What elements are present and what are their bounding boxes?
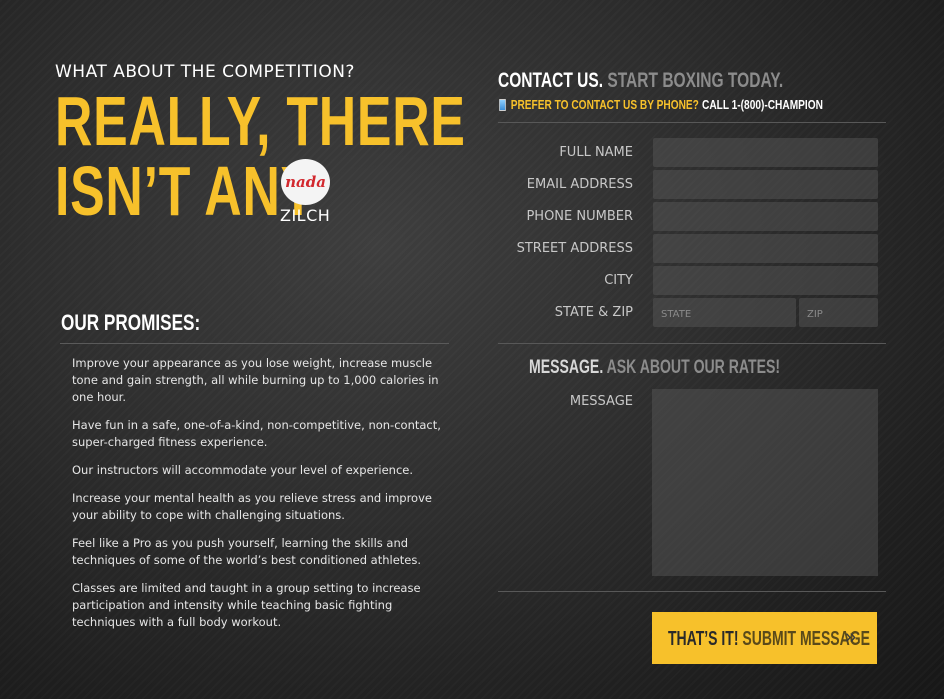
submit-label-strong: THAT’S IT! [668, 628, 739, 650]
contact-heading-strong: CONTACT US. [498, 69, 604, 92]
state-input[interactable] [653, 298, 796, 327]
promise-item: Feel like a Pro as you push yourself, le… [72, 536, 422, 567]
phone-icon [499, 98, 507, 111]
street-label: STREET ADDRESS [516, 241, 633, 256]
promise-item: Our instructors will accommodate your le… [72, 463, 414, 477]
headline-line-1: REALLY, THERE [55, 82, 466, 160]
double-chevron-right-icon: » [845, 626, 857, 648]
submit-divider [498, 591, 886, 592]
full-name-label: FULL NAME [559, 145, 633, 160]
message-heading: MESSAGE. ASK ABOUT OUR RATES! [529, 357, 780, 379]
nada-badge-icon: nada [281, 159, 330, 205]
contact-heading-sub: START BOXING TODAY. [607, 69, 784, 92]
full-name-input[interactable] [653, 138, 878, 167]
city-label: CITY [604, 273, 633, 288]
phone-number[interactable]: CALL 1-(800)-CHAMPION [702, 97, 823, 112]
promise-item: Increase your mental health as you relie… [72, 491, 432, 522]
promises-divider [60, 343, 449, 344]
street-input[interactable] [653, 234, 878, 263]
message-label: MESSAGE [569, 394, 633, 409]
promise-item: Improve your appearance as you lose weig… [72, 356, 439, 404]
zilch-caption: ZILCH [280, 206, 331, 225]
contact-heading: CONTACT US. START BOXING TODAY. [498, 69, 783, 93]
promises-title: OUR PROMISES: [61, 310, 201, 335]
message-textarea[interactable] [652, 389, 878, 576]
state-zip-label: STATE & ZIP [554, 305, 633, 320]
headline-line-2: ISN’T ANY [55, 152, 316, 230]
contact-divider [498, 122, 886, 123]
email-label: EMAIL ADDRESS [526, 177, 633, 192]
competition-kicker: WHAT ABOUT THE COMPETITION? [55, 62, 355, 82]
promise-item: Have fun in a safe, one-of-a-kind, non-c… [72, 418, 441, 449]
submit-button[interactable]: THAT’S IT! SUBMIT MESSAGE » [652, 612, 877, 664]
phone-input[interactable] [653, 202, 878, 231]
promises-list: Improve your appearance as you lose weig… [72, 355, 452, 642]
phone-prompt: PREFER TO CONTACT US BY PHONE? [510, 97, 699, 112]
message-heading-strong: MESSAGE. [529, 357, 604, 378]
message-divider [498, 343, 886, 344]
zip-input[interactable] [799, 298, 878, 327]
promise-item: Classes are limited and taught in a grou… [72, 581, 421, 629]
submit-label: THAT’S IT! SUBMIT MESSAGE [668, 628, 870, 651]
email-input[interactable] [653, 170, 878, 199]
phone-line: PREFER TO CONTACT US BY PHONE? CALL 1-(8… [499, 97, 823, 112]
nada-badge-text: nada [285, 173, 326, 191]
phone-label: PHONE NUMBER [526, 209, 633, 224]
city-input[interactable] [653, 266, 878, 295]
message-heading-sub: ASK ABOUT OUR RATES! [606, 357, 781, 378]
